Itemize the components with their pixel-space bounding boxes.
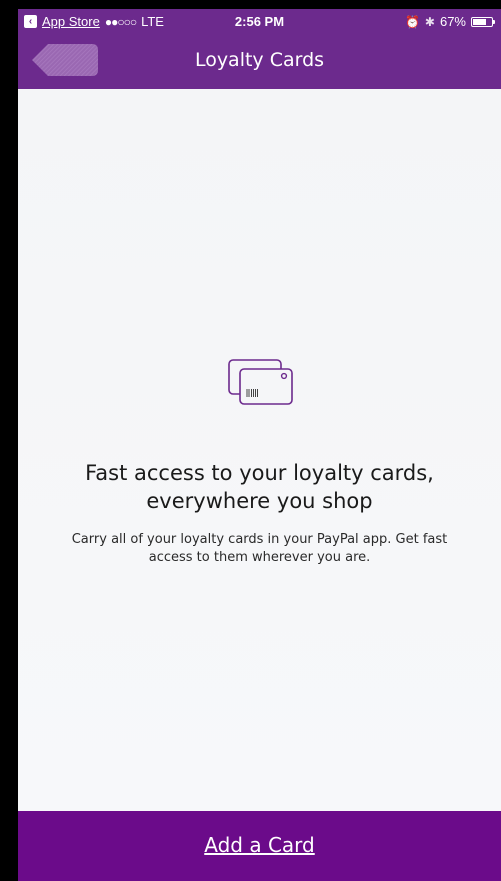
bluetooth-icon: ✱: [424, 14, 435, 29]
device-frame: ‹ App Store ●●○○○ LTE 2:56 PM ⏰ ✱ 67% Lo…: [0, 0, 501, 881]
top-bar: ‹ App Store ●●○○○ LTE 2:56 PM ⏰ ✱ 67% Lo…: [18, 9, 501, 89]
status-bar: ‹ App Store ●●○○○ LTE 2:56 PM ⏰ ✱ 67%: [18, 9, 501, 34]
empty-state-content: Fast access to your loyalty cards, every…: [18, 89, 501, 811]
add-card-button[interactable]: Add a Card: [18, 833, 501, 857]
empty-state-description: Carry all of your loyalty cards in your …: [71, 532, 448, 565]
empty-state-title: Fast access to your loyalty cards, every…: [85, 461, 434, 513]
status-right: ⏰ ✱ 67%: [404, 14, 495, 29]
navigation-bar: Loyalty Cards: [18, 34, 501, 89]
page-title: Loyalty Cards: [194, 49, 325, 71]
bottom-action-bar: Add a Card: [18, 811, 501, 881]
alarm-icon: ⏰: [404, 14, 420, 29]
loyalty-cards-icon: [228, 359, 293, 405]
battery-percent: 67%: [439, 14, 466, 29]
app-screen: ‹ App Store ●●○○○ LTE 2:56 PM ⏰ ✱ 67% Lo…: [18, 9, 501, 881]
battery-icon: [471, 16, 495, 27]
